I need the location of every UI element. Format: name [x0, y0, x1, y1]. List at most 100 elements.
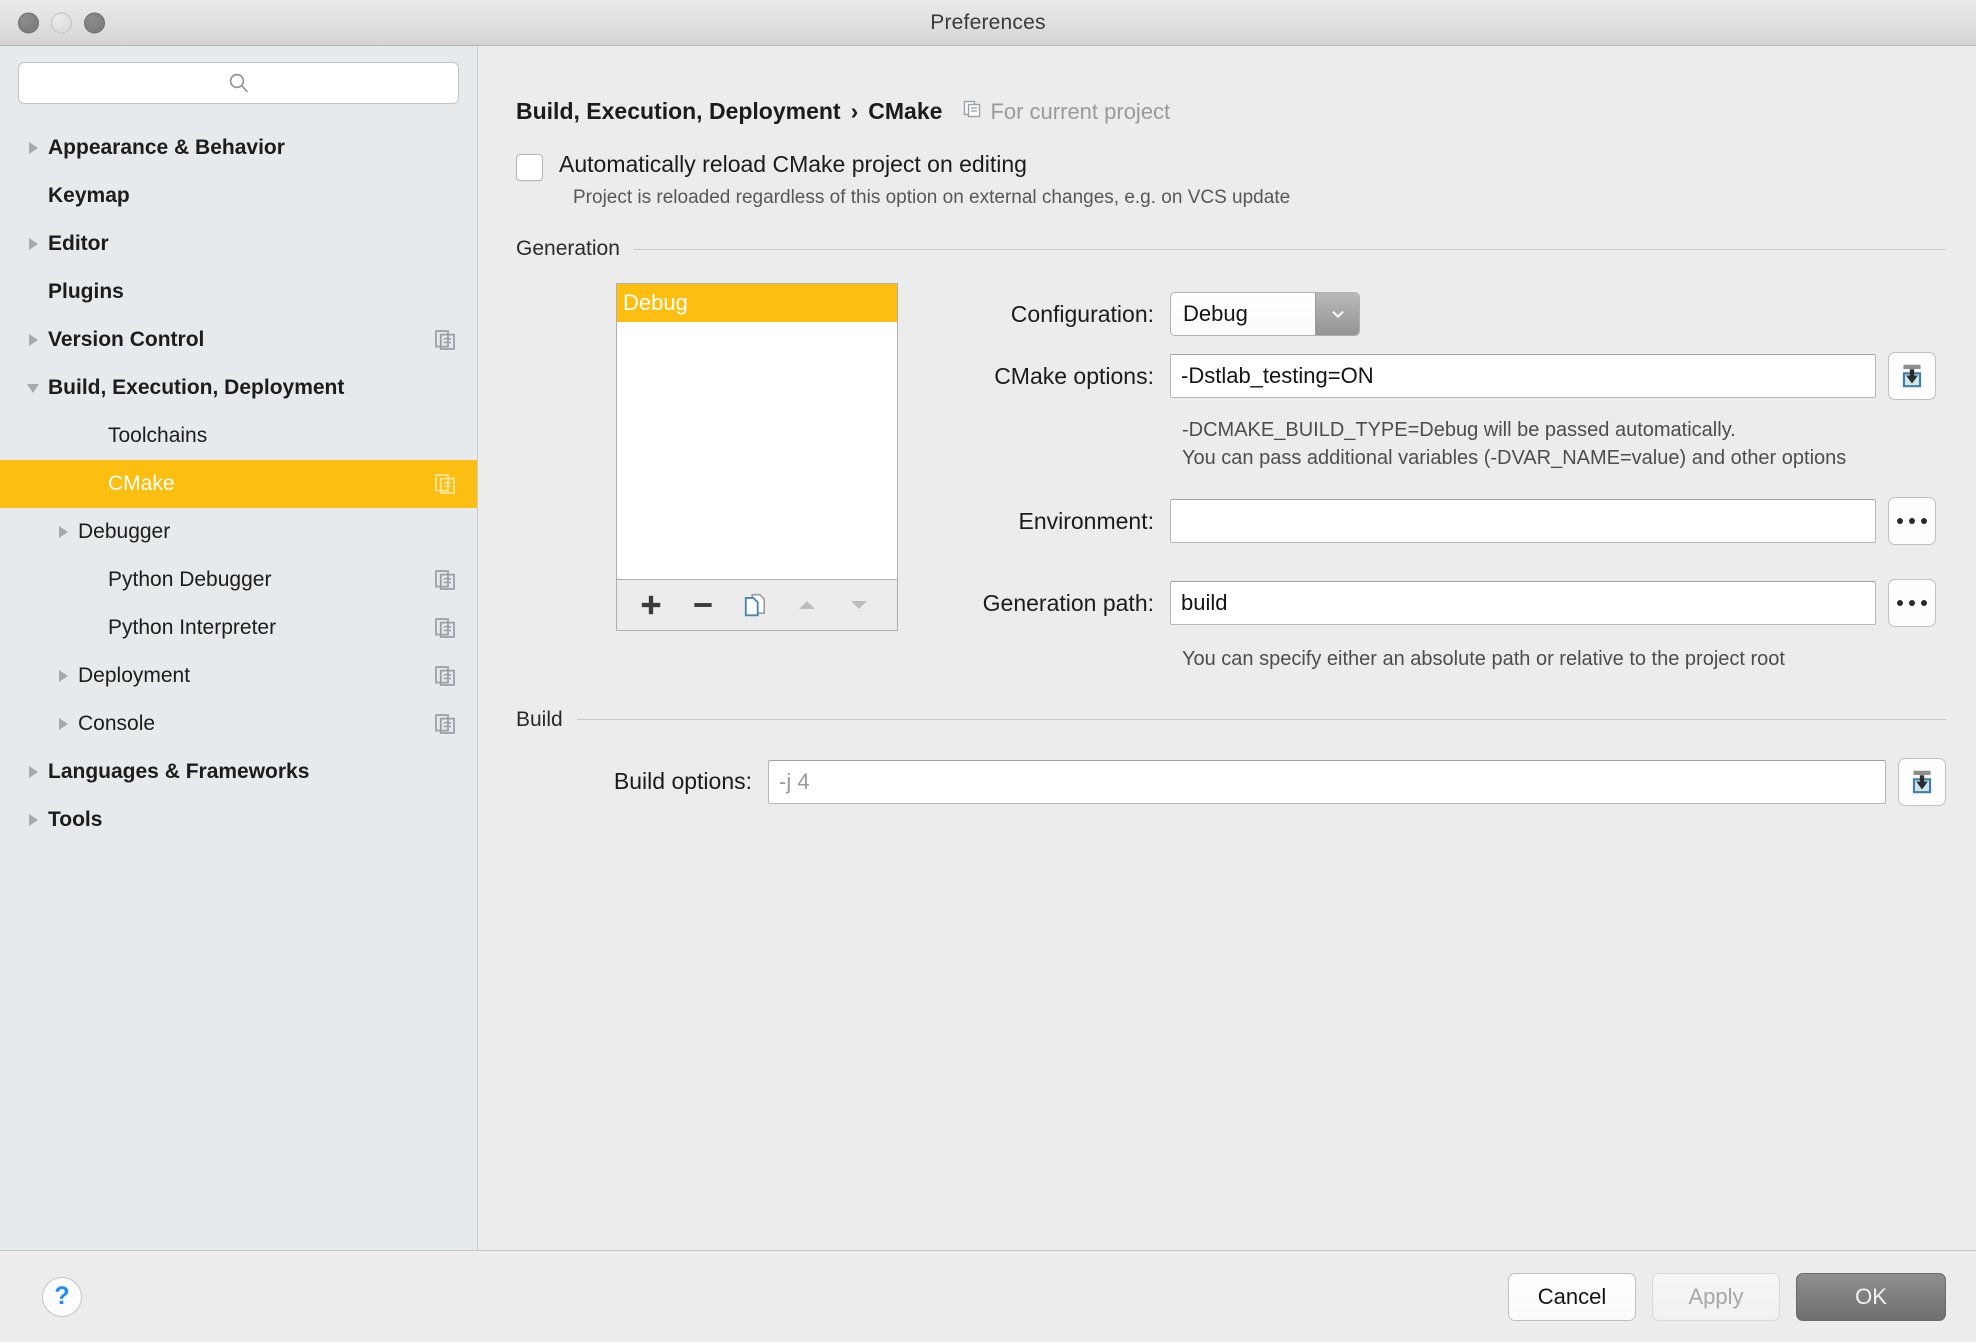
generation-group-rule: [633, 248, 1946, 250]
sidebar-item-plugins[interactable]: Plugins: [0, 268, 477, 316]
sidebar-item-languages-frameworks[interactable]: Languages & Frameworks: [0, 748, 477, 796]
cancel-button[interactable]: Cancel: [1508, 1272, 1636, 1321]
sidebar-item-label: Python Debugger: [108, 568, 272, 591]
sidebar-item-label: Toolchains: [108, 424, 208, 447]
copy-to-project-icon: [433, 568, 457, 592]
list-item[interactable]: Debug: [617, 284, 897, 322]
build-options-row: Build options: -j 4: [516, 757, 1946, 806]
generation-group-header: Generation: [516, 237, 1946, 261]
copy-icon[interactable]: [729, 580, 781, 630]
project-scope: For current project: [962, 99, 1170, 125]
window-controls: [18, 12, 105, 33]
chevron-down-icon[interactable]: [18, 379, 48, 397]
cmake-options-row: CMake options: -Dstlab_testing=ON: [932, 345, 1936, 407]
sidebar-item-label: Keymap: [48, 184, 130, 207]
environment-input[interactable]: [1170, 499, 1876, 544]
insert-macro-icon[interactable]: [1898, 757, 1946, 806]
chevron-right-icon[interactable]: [18, 763, 48, 781]
chevron-down-icon[interactable]: [1315, 293, 1359, 335]
configuration-value: Debug: [1171, 293, 1315, 335]
remove-icon[interactable]: [677, 580, 729, 630]
window-body: Appearance & Behavior Keymap Editor Plugins…: [0, 46, 1976, 1250]
configuration-row: Configuration: Debug: [932, 283, 1936, 345]
close-button[interactable]: [18, 12, 39, 33]
add-icon[interactable]: [625, 580, 677, 630]
build-options-label: Build options:: [613, 768, 752, 795]
copy-to-project-icon: [962, 99, 982, 125]
sidebar-item-appearance-behavior[interactable]: Appearance & Behavior: [0, 124, 477, 172]
zoom-button[interactable]: [84, 12, 105, 33]
settings-content-pane: Build, Execution, Deployment › CMake For…: [478, 46, 1976, 1250]
ellipsis-icon: [1897, 600, 1927, 607]
cmake-options-hint-line2: You can pass additional variables (-DVAR…: [1182, 446, 1847, 469]
help-button[interactable]: ?: [42, 1276, 82, 1317]
breadcrumb-separator: ›: [850, 98, 859, 124]
profiles-list[interactable]: Debug: [616, 283, 898, 579]
sidebar-item-version-control[interactable]: Version Control: [0, 316, 477, 364]
copy-to-project-icon: [433, 616, 457, 640]
sidebar-item-label: CMake: [108, 472, 175, 495]
auto-reload-checkbox[interactable]: [516, 154, 543, 181]
breadcrumb-parent[interactable]: Build, Execution, Deployment: [516, 98, 841, 125]
sidebar-item-toolchains[interactable]: Toolchains: [0, 412, 477, 460]
sidebar-item-editor[interactable]: Editor: [0, 220, 477, 268]
generation-path-browse-button[interactable]: [1888, 579, 1936, 628]
preferences-window: Preferences Appearance & Behavior Keymap E…: [0, 0, 1976, 1342]
chevron-right-icon[interactable]: [18, 139, 48, 157]
sidebar-item-build-execution-deployment[interactable]: Build, Execution, Deployment: [0, 364, 477, 412]
sidebar-item-cmake[interactable]: CMake: [0, 460, 477, 508]
configuration-select[interactable]: Debug: [1170, 292, 1360, 336]
profiles-toolbar: [616, 579, 898, 631]
sidebar-item-debugger[interactable]: Debugger: [0, 508, 477, 556]
generation-path-label: Generation path:: [982, 589, 1154, 616]
window-title: Preferences: [930, 10, 1046, 34]
sidebar-item-label: Version Control: [48, 328, 205, 351]
copy-to-project-icon: [433, 712, 457, 736]
move-up-icon[interactable]: [781, 580, 833, 630]
chevron-right-icon[interactable]: [48, 667, 78, 685]
cmake-options-input[interactable]: -Dstlab_testing=ON: [1170, 354, 1876, 398]
insert-macro-icon[interactable]: [1888, 352, 1936, 400]
settings-tree: Appearance & Behavior Keymap Editor Plugins…: [0, 118, 477, 1250]
sidebar-item-console[interactable]: Console: [0, 700, 477, 748]
configuration-label: Configuration:: [1010, 300, 1154, 327]
cmake-options-hint-line1: -DCMAKE_BUILD_TYPE=Debug will be passed …: [1182, 419, 1736, 441]
generation-row: Debug Configuration: Debug CMake options…: [516, 283, 1946, 674]
ok-button[interactable]: OK: [1796, 1272, 1946, 1321]
sidebar-item-label: Appearance & Behavior: [48, 136, 285, 159]
generation-path-hint-wrap: You can specify either an absolute path …: [1182, 646, 1936, 674]
chevron-right-icon[interactable]: [48, 523, 78, 541]
apply-button[interactable]: Apply: [1652, 1272, 1780, 1321]
project-scope-label: For current project: [990, 99, 1171, 124]
chevron-right-icon[interactable]: [18, 331, 48, 349]
search-box[interactable]: [18, 62, 459, 104]
chevron-right-icon[interactable]: [18, 235, 48, 253]
environment-browse-button[interactable]: [1888, 497, 1936, 546]
move-down-icon[interactable]: [833, 580, 885, 630]
sidebar-item-keymap[interactable]: Keymap: [0, 172, 477, 220]
generation-path-input[interactable]: build: [1170, 581, 1876, 626]
sidebar-item-label: Python Interpreter: [108, 616, 277, 639]
breadcrumb-current: CMake: [868, 98, 943, 124]
build-group-header: Build: [516, 708, 1946, 732]
dialog-buttons: Cancel Apply OK: [1508, 1272, 1946, 1321]
auto-reload-row[interactable]: Automatically reload CMake project on ed…: [516, 151, 1946, 181]
chevron-right-icon[interactable]: [48, 715, 78, 733]
build-group-title: Build: [516, 707, 563, 731]
sidebar-item-python-interpreter[interactable]: Python Interpreter: [0, 604, 477, 652]
sidebar-item-label: Deployment: [78, 664, 191, 687]
sidebar-item-label: Tools: [48, 808, 103, 831]
build-options-input[interactable]: -j 4: [768, 759, 1886, 804]
chevron-right-icon[interactable]: [18, 811, 48, 829]
environment-row: Environment:: [932, 490, 1936, 552]
copy-to-project-icon: [433, 664, 457, 688]
sidebar-item-python-debugger[interactable]: Python Debugger: [0, 556, 477, 604]
minimize-button[interactable]: [51, 12, 72, 33]
profiles-panel: Debug: [616, 283, 898, 674]
sidebar-item-label: Build, Execution, Deployment: [48, 376, 345, 399]
cmake-options-hint: -DCMAKE_BUILD_TYPE=Debug will be passed …: [1182, 417, 1936, 472]
search-input[interactable]: [19, 63, 458, 103]
sidebar-item-deployment[interactable]: Deployment: [0, 652, 477, 700]
cmake-options-label: CMake options:: [994, 362, 1154, 389]
sidebar-item-tools[interactable]: Tools: [0, 796, 477, 844]
